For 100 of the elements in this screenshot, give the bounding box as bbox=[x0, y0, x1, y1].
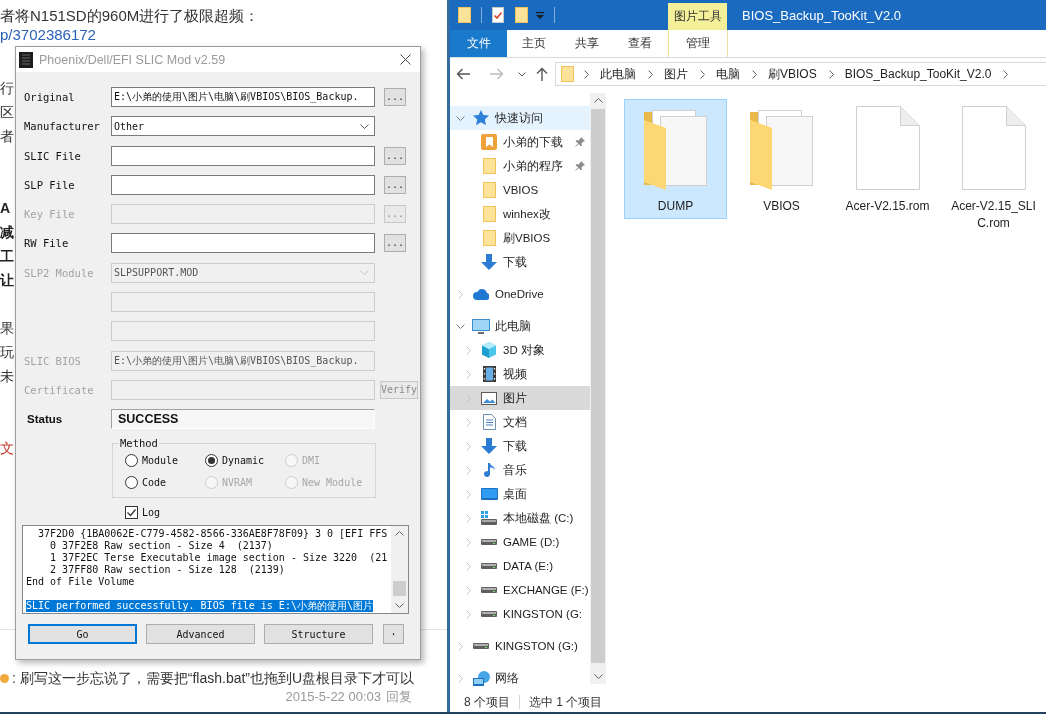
checked-page-icon[interactable] bbox=[492, 7, 504, 23]
forward-arrow-icon[interactable] bbox=[490, 68, 504, 80]
scrollbar[interactable] bbox=[391, 526, 408, 614]
expand-chevron-icon[interactable] bbox=[465, 609, 471, 619]
nav-item[interactable]: VBIOS bbox=[450, 178, 590, 202]
browse-button[interactable]: ... bbox=[384, 175, 406, 194]
expand-chevron-icon[interactable] bbox=[465, 417, 471, 427]
nav-item[interactable]: GAME (D:) bbox=[450, 530, 590, 554]
expand-chevron-icon[interactable] bbox=[465, 561, 471, 571]
breadcrumb-item[interactable]: 此电脑 bbox=[598, 65, 638, 83]
dialog-button[interactable]: Go bbox=[28, 624, 137, 645]
dropdown-caret-icon[interactable] bbox=[536, 11, 544, 19]
scrollbar[interactable] bbox=[590, 93, 606, 684]
text-field[interactable] bbox=[111, 174, 375, 195]
nav-item[interactable]: winhex改 bbox=[450, 202, 590, 226]
nav-item[interactable]: 快速访问 bbox=[450, 106, 590, 130]
nav-item[interactable]: 文档 bbox=[450, 410, 590, 434]
folder-icon[interactable] bbox=[561, 66, 574, 82]
breadcrumb-item[interactable]: 电脑 bbox=[714, 65, 742, 83]
dropdown[interactable]: Other bbox=[111, 116, 375, 137]
expand-chevron-icon[interactable] bbox=[465, 537, 471, 547]
ribbon-tab[interactable]: 共享 bbox=[560, 30, 613, 57]
radio-button[interactable] bbox=[125, 475, 138, 489]
nav-item[interactable]: 3D 对象 bbox=[450, 338, 590, 362]
nav-item[interactable]: KINGSTON (G:) bbox=[450, 634, 590, 658]
post-link[interactable]: p/3702386172 bbox=[0, 25, 96, 44]
checkbox[interactable] bbox=[125, 505, 138, 519]
dialog-button[interactable]: Structure bbox=[264, 624, 373, 645]
dialog-button[interactable]: · bbox=[383, 624, 404, 645]
breadcrumb-chevron-icon[interactable] bbox=[752, 69, 757, 79]
ribbon-tab[interactable]: 管理 bbox=[668, 30, 728, 57]
collapse-chevron-icon[interactable] bbox=[455, 115, 465, 121]
nav-item[interactable]: 图片 bbox=[450, 386, 590, 410]
file-tile[interactable]: DUMP bbox=[624, 99, 727, 219]
caret-icon bbox=[360, 123, 369, 129]
close-icon[interactable] bbox=[400, 54, 411, 65]
browse-button[interactable]: ... bbox=[384, 146, 406, 165]
expand-chevron-icon[interactable] bbox=[465, 513, 471, 523]
nav-item[interactable]: KINGSTON (G: bbox=[450, 602, 590, 626]
scrollbar-thumb[interactable] bbox=[393, 581, 406, 597]
expand-chevron-icon[interactable] bbox=[465, 465, 471, 475]
folder-icon[interactable] bbox=[458, 7, 471, 23]
nav-item[interactable]: OneDrive bbox=[450, 282, 590, 306]
file-tile[interactable]: Acer-V2.15.rom bbox=[836, 99, 939, 219]
expand-chevron-icon[interactable] bbox=[465, 585, 471, 595]
browse-button[interactable]: ... bbox=[384, 234, 406, 253]
ribbon-tab[interactable]: 查看 bbox=[613, 30, 666, 57]
breadcrumb-chevron-icon[interactable] bbox=[828, 69, 834, 79]
scrollbar-thumb[interactable] bbox=[591, 109, 605, 663]
expand-chevron-icon[interactable] bbox=[457, 673, 463, 683]
expand-chevron-icon[interactable] bbox=[465, 489, 471, 499]
expand-chevron-icon[interactable] bbox=[457, 641, 463, 651]
nav-item[interactable]: 小弟的程序 bbox=[450, 154, 590, 178]
nav-item[interactable]: 刷VBIOS bbox=[450, 226, 590, 250]
radio-label: Module bbox=[142, 454, 179, 466]
text-field[interactable] bbox=[111, 233, 375, 254]
text-field[interactable] bbox=[111, 145, 375, 166]
breadcrumb-item[interactable]: BIOS_Backup_TooKit_V2.0 bbox=[842, 67, 994, 81]
field-label: Manufacturer bbox=[24, 120, 100, 133]
file-tile[interactable]: VBIOS bbox=[730, 99, 833, 219]
expand-chevron-icon[interactable] bbox=[457, 289, 463, 299]
nav-item[interactable]: 网络 bbox=[450, 666, 590, 690]
dialog-button[interactable]: Advanced bbox=[146, 624, 255, 645]
breadcrumb-chevron-icon[interactable] bbox=[584, 69, 589, 79]
nav-item[interactable]: 视频 bbox=[450, 362, 590, 386]
radio-button[interactable] bbox=[125, 453, 138, 467]
breadcrumb-item[interactable]: 图片 bbox=[662, 65, 690, 83]
file-tile[interactable]: Acer-V2.15_SLIC.rom bbox=[942, 99, 1045, 236]
breadcrumb-chevron-icon[interactable] bbox=[1003, 69, 1009, 79]
browse-button[interactable]: ... bbox=[384, 88, 406, 106]
scroll-down-icon[interactable] bbox=[395, 603, 404, 609]
address-bar[interactable]: 此电脑 图片 电脑 刷VBIOS BIOS_Backup_TooKit_V2.0 bbox=[555, 62, 1046, 86]
nav-item[interactable]: 下载 bbox=[450, 250, 590, 274]
nav-item[interactable]: 桌面 bbox=[450, 482, 590, 506]
ribbon-tab[interactable]: 文件 bbox=[450, 30, 507, 57]
nav-item[interactable]: EXCHANGE (F:) bbox=[450, 578, 590, 602]
ribbon-tab[interactable]: 主页 bbox=[507, 30, 560, 57]
breadcrumb-chevron-icon[interactable] bbox=[648, 69, 653, 79]
breadcrumb-chevron-icon[interactable] bbox=[700, 69, 705, 79]
nav-item[interactable]: 小弟的下载 bbox=[450, 130, 590, 154]
back-arrow-icon[interactable] bbox=[456, 68, 470, 80]
computer-icon bbox=[472, 318, 490, 334]
collapse-chevron-icon[interactable] bbox=[455, 323, 465, 329]
scroll-down-icon[interactable] bbox=[593, 674, 603, 679]
nav-item[interactable]: 本地磁盘 (C:) bbox=[450, 506, 590, 530]
up-arrow-icon[interactable] bbox=[536, 67, 548, 81]
nav-item[interactable]: 音乐 bbox=[450, 458, 590, 482]
expand-chevron-icon[interactable] bbox=[465, 441, 471, 451]
text-field[interactable]: E:\小弟的使用\图片\电脑\刷VBIOS\BIOS_Backup. bbox=[111, 87, 375, 107]
expand-chevron-icon[interactable] bbox=[465, 369, 471, 379]
nav-item[interactable]: 下载 bbox=[450, 434, 590, 458]
expand-chevron-icon[interactable] bbox=[465, 345, 471, 355]
folder-icon[interactable] bbox=[515, 7, 528, 23]
scroll-up-icon[interactable] bbox=[593, 98, 603, 103]
radio-button[interactable] bbox=[205, 453, 218, 467]
recent-caret-icon[interactable] bbox=[518, 71, 526, 77]
breadcrumb-item[interactable]: 刷VBIOS bbox=[766, 65, 819, 83]
scroll-up-icon[interactable] bbox=[395, 531, 404, 537]
nav-item[interactable]: DATA (E:) bbox=[450, 554, 590, 578]
nav-item[interactable]: 此电脑 bbox=[450, 314, 590, 338]
